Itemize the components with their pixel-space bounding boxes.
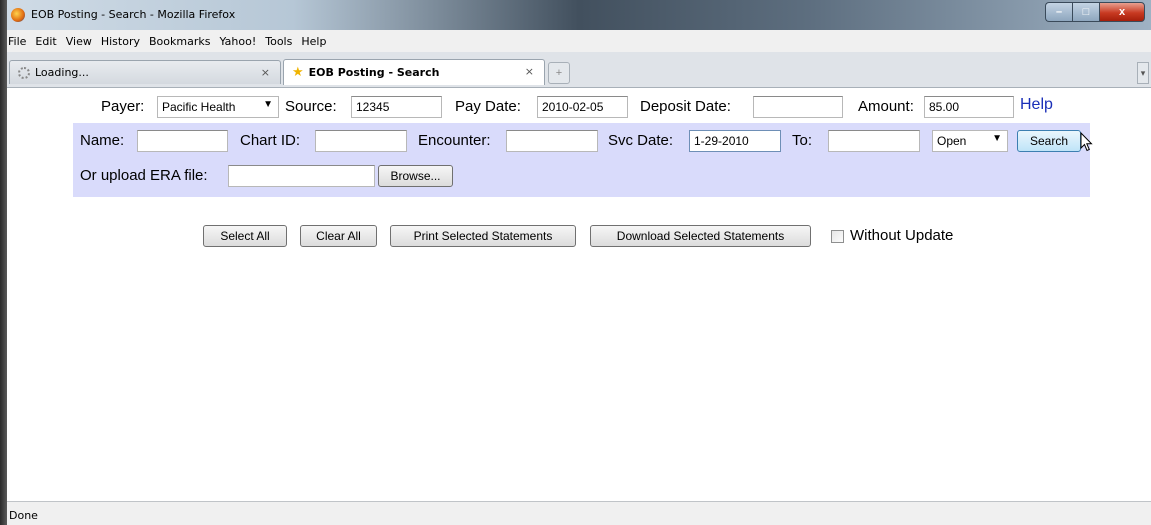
tab-bar: Loading... × ★ EOB Posting - Search × + … — [7, 52, 1151, 88]
title-bar: EOB Posting - Search - Mozilla Firefox –… — [7, 0, 1151, 30]
minimize-button[interactable]: – — [1045, 2, 1072, 22]
tab-eob-posting-search[interactable]: ★ EOB Posting - Search × — [283, 59, 545, 85]
name-label: Name: — [80, 132, 125, 149]
clear-all-button[interactable]: Clear All — [300, 225, 377, 247]
encounter-input[interactable] — [506, 130, 598, 152]
menu-help[interactable]: Help — [301, 35, 326, 48]
era-file-input[interactable] — [228, 165, 375, 187]
chart-id-label: Chart ID: — [240, 132, 301, 149]
search-button[interactable]: Search — [1017, 130, 1081, 152]
amount-input[interactable]: 85.00 — [924, 96, 1014, 118]
star-icon: ★ — [292, 65, 304, 80]
spinner-icon — [18, 66, 30, 79]
source-input[interactable]: 12345 — [351, 96, 442, 118]
upload-era-label: Or upload ERA file: — [80, 167, 208, 184]
menu-file[interactable]: File — [8, 35, 26, 48]
without-update-checkbox[interactable] — [831, 230, 844, 243]
tab-list-button[interactable]: ▾ — [1137, 62, 1149, 84]
tab-close-icon[interactable]: × — [261, 66, 270, 79]
to-label: To: — [792, 132, 813, 149]
without-update-label: Without Update — [850, 227, 954, 244]
help-link[interactable]: Help — [1020, 96, 1053, 114]
window-edge — [0, 0, 7, 525]
svc-date-label: Svc Date: — [608, 132, 674, 149]
status-text: Done — [9, 509, 38, 522]
chevron-down-icon: ▼ — [992, 133, 1002, 144]
deposit-date-label: Deposit Date: — [640, 98, 731, 115]
window-title: EOB Posting - Search - Mozilla Firefox — [31, 8, 236, 21]
menu-view[interactable]: View — [66, 35, 92, 48]
tab-loading[interactable]: Loading... × — [9, 60, 281, 84]
menu-bookmarks[interactable]: Bookmarks — [149, 35, 210, 48]
search-panel: Name: Chart ID: Encounter: Svc Date: 1-2… — [73, 123, 1090, 197]
select-all-button[interactable]: Select All — [203, 225, 287, 247]
payer-value: Pacific Health — [162, 100, 236, 114]
chevron-down-icon: ▼ — [263, 99, 273, 110]
firefox-icon — [11, 8, 25, 22]
menu-tools[interactable]: Tools — [265, 35, 292, 48]
print-selected-statements-button[interactable]: Print Selected Statements — [390, 225, 576, 247]
browse-button[interactable]: Browse... — [378, 165, 453, 187]
name-input[interactable] — [137, 130, 228, 152]
new-tab-button[interactable]: + — [548, 62, 570, 84]
tab-label: Loading... — [35, 66, 89, 79]
status-bar: Done — [7, 501, 1151, 525]
menu-yahoo[interactable]: Yahoo! — [219, 35, 256, 48]
deposit-date-input[interactable] — [753, 96, 843, 118]
pay-date-input[interactable]: 2010-02-05 — [537, 96, 628, 118]
svc-date-input[interactable]: 1-29-2010 — [689, 130, 781, 152]
maximize-button[interactable]: □ — [1072, 2, 1099, 22]
mouse-pointer-icon — [1080, 132, 1093, 152]
payer-label: Payer: — [101, 98, 145, 115]
tab-label: EOB Posting - Search — [308, 66, 440, 79]
menu-history[interactable]: History — [101, 35, 140, 48]
status-select[interactable]: Open ▼ — [932, 130, 1008, 152]
to-date-input[interactable] — [828, 130, 920, 152]
download-selected-statements-button[interactable]: Download Selected Statements — [590, 225, 811, 247]
menu-bar: File Edit View History Bookmarks Yahoo! … — [7, 30, 1151, 52]
page-content: Payer: Pacific Health ▼ Source: 12345 Pa… — [7, 88, 1151, 501]
encounter-label: Encounter: — [418, 132, 491, 149]
amount-label: Amount: — [858, 98, 914, 115]
tab-close-icon[interactable]: × — [525, 65, 534, 78]
payer-select[interactable]: Pacific Health ▼ — [157, 96, 279, 118]
close-button[interactable]: x — [1099, 2, 1145, 22]
status-value: Open — [937, 134, 967, 148]
browser-window: EOB Posting - Search - Mozilla Firefox –… — [7, 0, 1151, 525]
chart-id-input[interactable] — [315, 130, 407, 152]
source-label: Source: — [285, 98, 337, 115]
window-controls: – □ x — [1045, 2, 1145, 22]
pay-date-label: Pay Date: — [455, 98, 521, 115]
menu-edit[interactable]: Edit — [35, 35, 56, 48]
